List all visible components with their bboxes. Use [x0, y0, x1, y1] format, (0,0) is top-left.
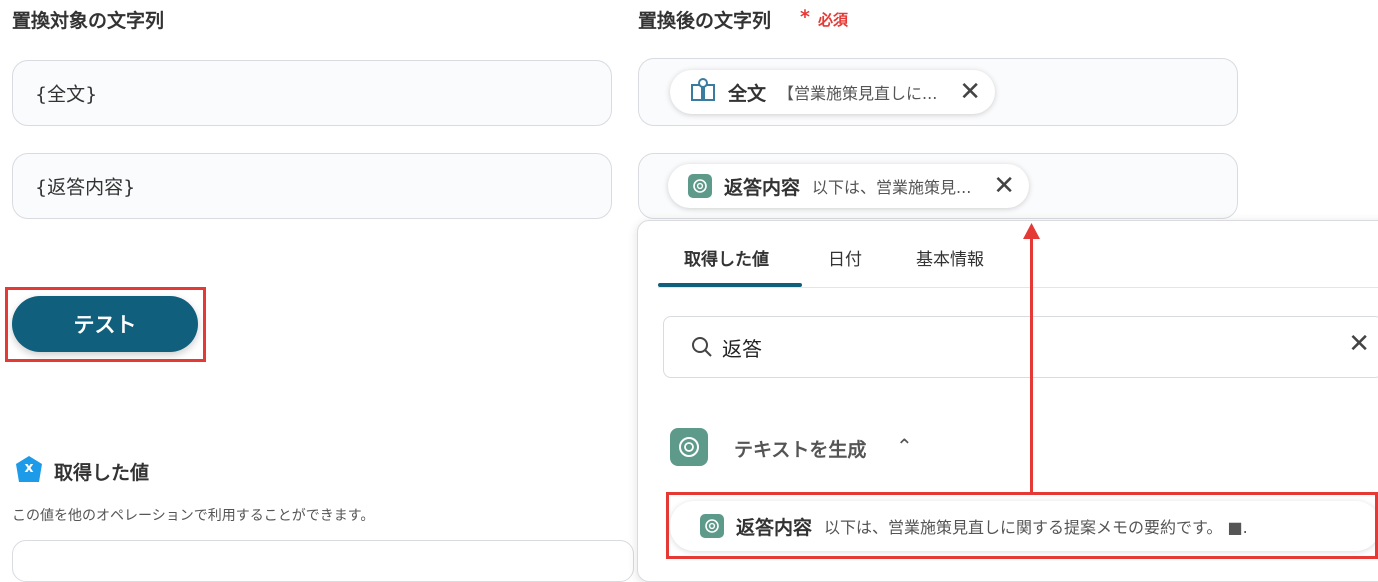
search-value: 返答: [722, 337, 762, 361]
tab-date[interactable]: 日付: [828, 245, 862, 270]
search-input[interactable]: 返答 ✕: [663, 316, 1378, 378]
tab-obtained-values[interactable]: 取得した値: [684, 245, 769, 270]
chevron-up-icon[interactable]: ⌃: [896, 434, 913, 458]
annotation-arrow-head: [1023, 223, 1040, 239]
highlight-box-test: [5, 287, 206, 362]
clear-search-icon[interactable]: ✕: [1348, 329, 1370, 359]
tabs-divider: [658, 287, 1378, 288]
annotation-arrow-line: [1030, 235, 1033, 493]
search-icon: [690, 335, 714, 363]
chip-title: 全文: [728, 82, 767, 105]
chip-title: 返答内容: [724, 176, 801, 199]
field-value: {全文}: [35, 83, 98, 106]
variable-chip-response[interactable]: 返答内容 以下は、営業施策見... ✕: [668, 164, 1030, 208]
highlight-box-result: [666, 492, 1378, 559]
chatgpt-icon: [670, 428, 708, 466]
tab-basic-info[interactable]: 基本情報: [916, 245, 984, 270]
obtained-value-title: 取得した値: [54, 462, 150, 484]
required-label: 必須: [818, 11, 849, 29]
replace-target-field-2[interactable]: {返答内容}: [12, 153, 612, 219]
chip-value: 【営業施策見直しに...: [778, 84, 938, 103]
chip-value: 以下は、営業施策見...: [812, 178, 972, 197]
active-tab-indicator: [658, 283, 802, 287]
group-generate-text[interactable]: テキストを生成: [734, 435, 866, 462]
field-value: {返答内容}: [35, 176, 136, 199]
close-icon[interactable]: ✕: [993, 173, 1015, 199]
chatgpt-icon: [688, 174, 712, 198]
badge-letter: x: [24, 460, 34, 476]
required-asterisk: *: [800, 6, 810, 28]
obtained-value-description: この値を他のオペレーションで利用することができます。: [12, 508, 375, 524]
variable-chip-fulltext[interactable]: 全文 【営業施策見直しに... ✕: [670, 70, 996, 114]
obtained-value-field: [12, 540, 634, 582]
replace-target-field-1[interactable]: {全文}: [12, 60, 612, 126]
replace-result-label: 置換後の文字列: [638, 10, 772, 32]
book-icon: [690, 77, 716, 107]
obtained-value-badge: x: [14, 455, 44, 485]
replace-target-label: 置換対象の文字列: [12, 10, 165, 32]
close-icon[interactable]: ✕: [959, 79, 981, 105]
